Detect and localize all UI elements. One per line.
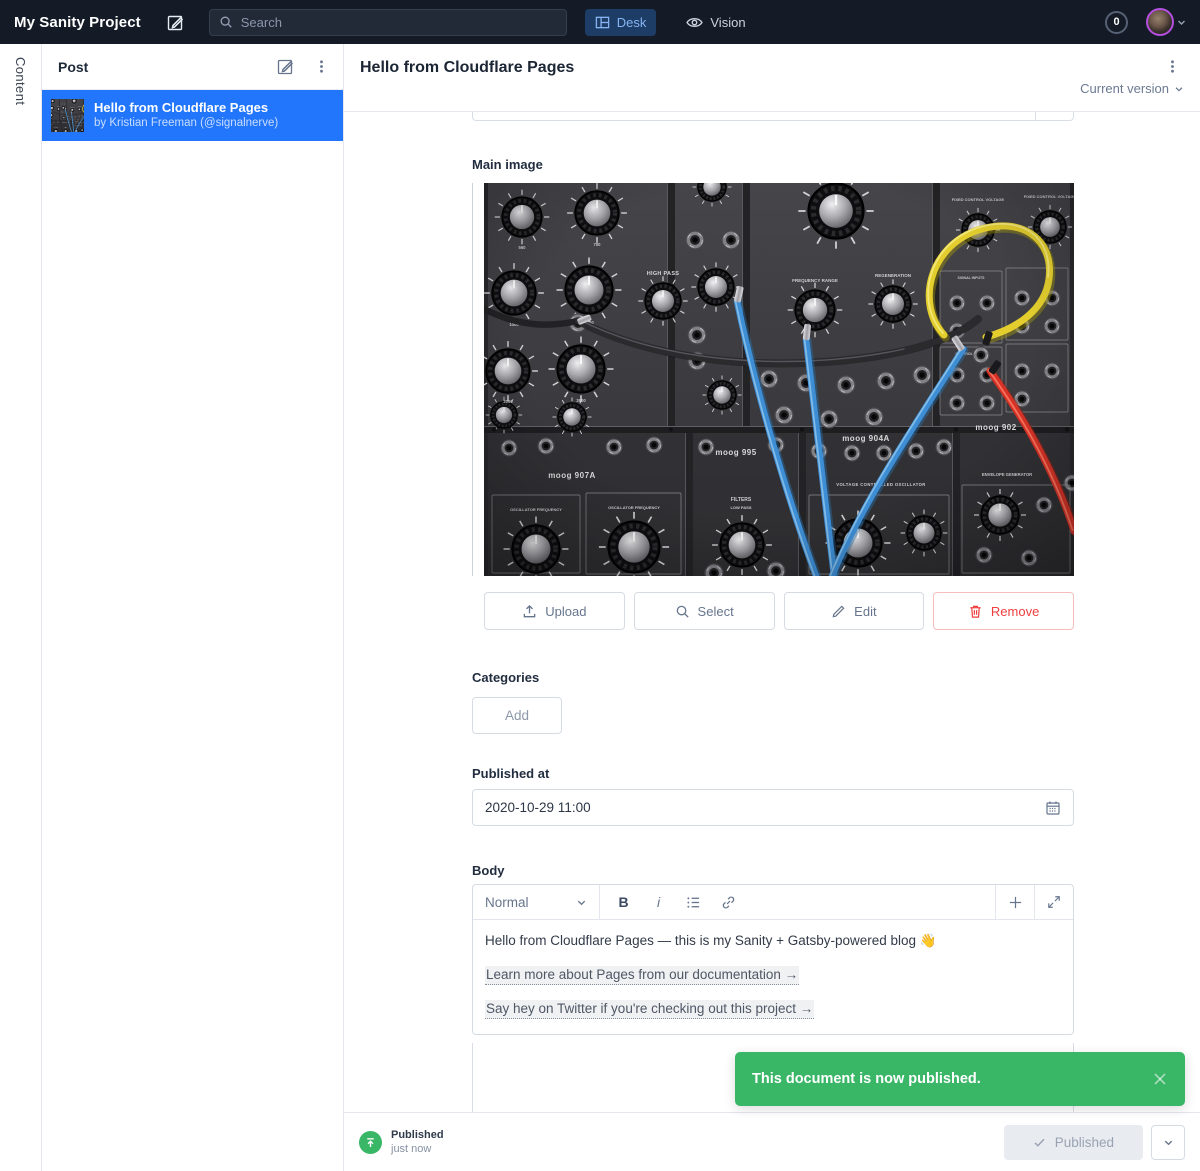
post-pane-header: Post: [42, 44, 343, 90]
version-selector[interactable]: Current version: [360, 81, 1184, 96]
body-label: Body: [472, 863, 1074, 878]
kebab-icon: [1165, 59, 1180, 74]
italic-button[interactable]: i: [641, 885, 676, 919]
pane-context-menu-button[interactable]: [314, 59, 329, 74]
tab-desk-label: Desk: [617, 15, 647, 30]
chevron-down-icon: [1177, 18, 1186, 27]
compose-icon: [167, 14, 184, 31]
published-at-field[interactable]: [472, 789, 1074, 826]
user-menu[interactable]: [1146, 8, 1186, 36]
chevron-down-icon: [576, 897, 587, 908]
project-title: My Sanity Project: [14, 14, 141, 31]
toast-message: This document is now published.: [752, 1071, 1152, 1087]
tab-vision[interactable]: Vision: [676, 8, 755, 37]
body-link-documentation[interactable]: Learn more about Pages from our document…: [485, 966, 799, 985]
chevron-down-icon: [1163, 1137, 1174, 1148]
content-rail-label: Content: [13, 57, 28, 1171]
field-change-bar: [472, 183, 473, 576]
close-icon: [1152, 1071, 1168, 1087]
publish-arrow-icon: [364, 1136, 377, 1149]
document-title: Hello from Cloudflare Pages: [360, 54, 1160, 77]
compose-icon: [277, 58, 294, 75]
bullet-list-button[interactable]: [676, 885, 711, 919]
document-pane: Hello from Cloudflare Pages Current vers…: [344, 44, 1200, 1171]
link-button[interactable]: [711, 885, 746, 919]
document-form[interactable]: Main image Upload: [344, 112, 1200, 1112]
new-post-button[interactable]: [277, 58, 294, 75]
edit-label: Edit: [854, 604, 876, 619]
version-label: Current version: [1080, 81, 1169, 96]
notification-badge[interactable]: 0: [1105, 11, 1128, 34]
body-link-twitter[interactable]: Say hey on Twitter if you're checking ou…: [485, 1000, 814, 1019]
document-context-menu-button[interactable]: [1160, 54, 1184, 78]
search-input[interactable]: [241, 15, 557, 30]
link-icon: [721, 895, 736, 910]
upload-label: Upload: [545, 604, 586, 619]
upload-button[interactable]: Upload: [484, 592, 625, 630]
add-category-button[interactable]: Add: [472, 697, 562, 734]
tab-vision-label: Vision: [710, 15, 745, 30]
post-item-subtitle: by Kristian Freeman (@signalnerve): [94, 116, 278, 131]
toast-close-button[interactable]: [1152, 1071, 1168, 1087]
published-at-input[interactable]: [485, 800, 1045, 815]
select-label: Select: [698, 604, 734, 619]
tab-desk[interactable]: Desk: [585, 9, 657, 36]
chevron-down-icon: [1174, 84, 1184, 94]
expand-icon: [1047, 895, 1061, 909]
bullet-list-icon: [686, 895, 701, 910]
select-button[interactable]: Select: [634, 592, 775, 630]
publish-button[interactable]: Published: [1004, 1125, 1143, 1160]
slug-field-partial[interactable]: [472, 112, 1074, 121]
kebab-icon: [314, 59, 329, 74]
new-document-button[interactable]: [163, 9, 189, 35]
plus-icon: [1008, 895, 1023, 910]
body-editor: Normal B i: [472, 884, 1074, 1035]
publish-status-time: just now: [391, 1143, 444, 1155]
bold-button[interactable]: B: [606, 885, 641, 919]
global-search[interactable]: [209, 9, 567, 36]
eye-icon: [686, 14, 703, 31]
add-label: Add: [505, 708, 529, 723]
avatar[interactable]: [1146, 8, 1174, 36]
published-at-label: Published at: [472, 766, 1074, 781]
insert-block-button[interactable]: [995, 885, 1034, 919]
search-icon: [219, 15, 233, 29]
post-thumbnail: [51, 99, 84, 132]
image-actions: Upload Select Edit: [484, 592, 1074, 630]
post-list-pane: Post Hello from Cloudflare Pages by Kris…: [42, 44, 344, 1171]
remove-label: Remove: [991, 604, 1039, 619]
publish-button-label: Published: [1055, 1135, 1114, 1150]
main-image-label: Main image: [472, 157, 1074, 172]
upload-icon: [522, 604, 537, 619]
publish-status-icon: [359, 1131, 382, 1154]
edit-button[interactable]: Edit: [784, 592, 925, 630]
categories-label: Categories: [472, 670, 1074, 685]
pane-title: Post: [58, 59, 257, 75]
pencil-icon: [831, 604, 846, 619]
editor-content[interactable]: Hello from Cloudflare Pages — this is my…: [473, 920, 1073, 1034]
editor-toolbar: Normal B i: [473, 885, 1073, 920]
desk-panes-icon: [595, 15, 610, 30]
publish-toast: This document is now published.: [735, 1052, 1185, 1106]
trash-icon: [968, 604, 983, 619]
post-item-title: Hello from Cloudflare Pages: [94, 100, 278, 117]
document-footer: Published just now Published: [344, 1112, 1200, 1171]
main-image-photo: [484, 183, 1074, 576]
text-style-value: Normal: [485, 895, 529, 910]
document-header: Hello from Cloudflare Pages Current vers…: [344, 44, 1200, 112]
top-navbar: My Sanity Project Desk Vision 0: [0, 0, 1200, 44]
calendar-icon: [1045, 800, 1061, 816]
remove-button[interactable]: Remove: [933, 592, 1074, 630]
search-icon: [675, 604, 690, 619]
publish-status-label: Published: [391, 1129, 444, 1141]
body-paragraph[interactable]: Hello from Cloudflare Pages — this is my…: [485, 931, 1061, 951]
publish-menu-button[interactable]: [1151, 1125, 1185, 1160]
check-icon: [1033, 1136, 1046, 1149]
calendar-button[interactable]: [1045, 800, 1061, 816]
text-style-select[interactable]: Normal: [473, 885, 600, 919]
field-divider: [1035, 112, 1036, 120]
post-list-item-selected[interactable]: Hello from Cloudflare Pages by Kristian …: [42, 90, 343, 141]
content-rail[interactable]: Content: [0, 44, 42, 1171]
fullscreen-button[interactable]: [1034, 885, 1073, 919]
